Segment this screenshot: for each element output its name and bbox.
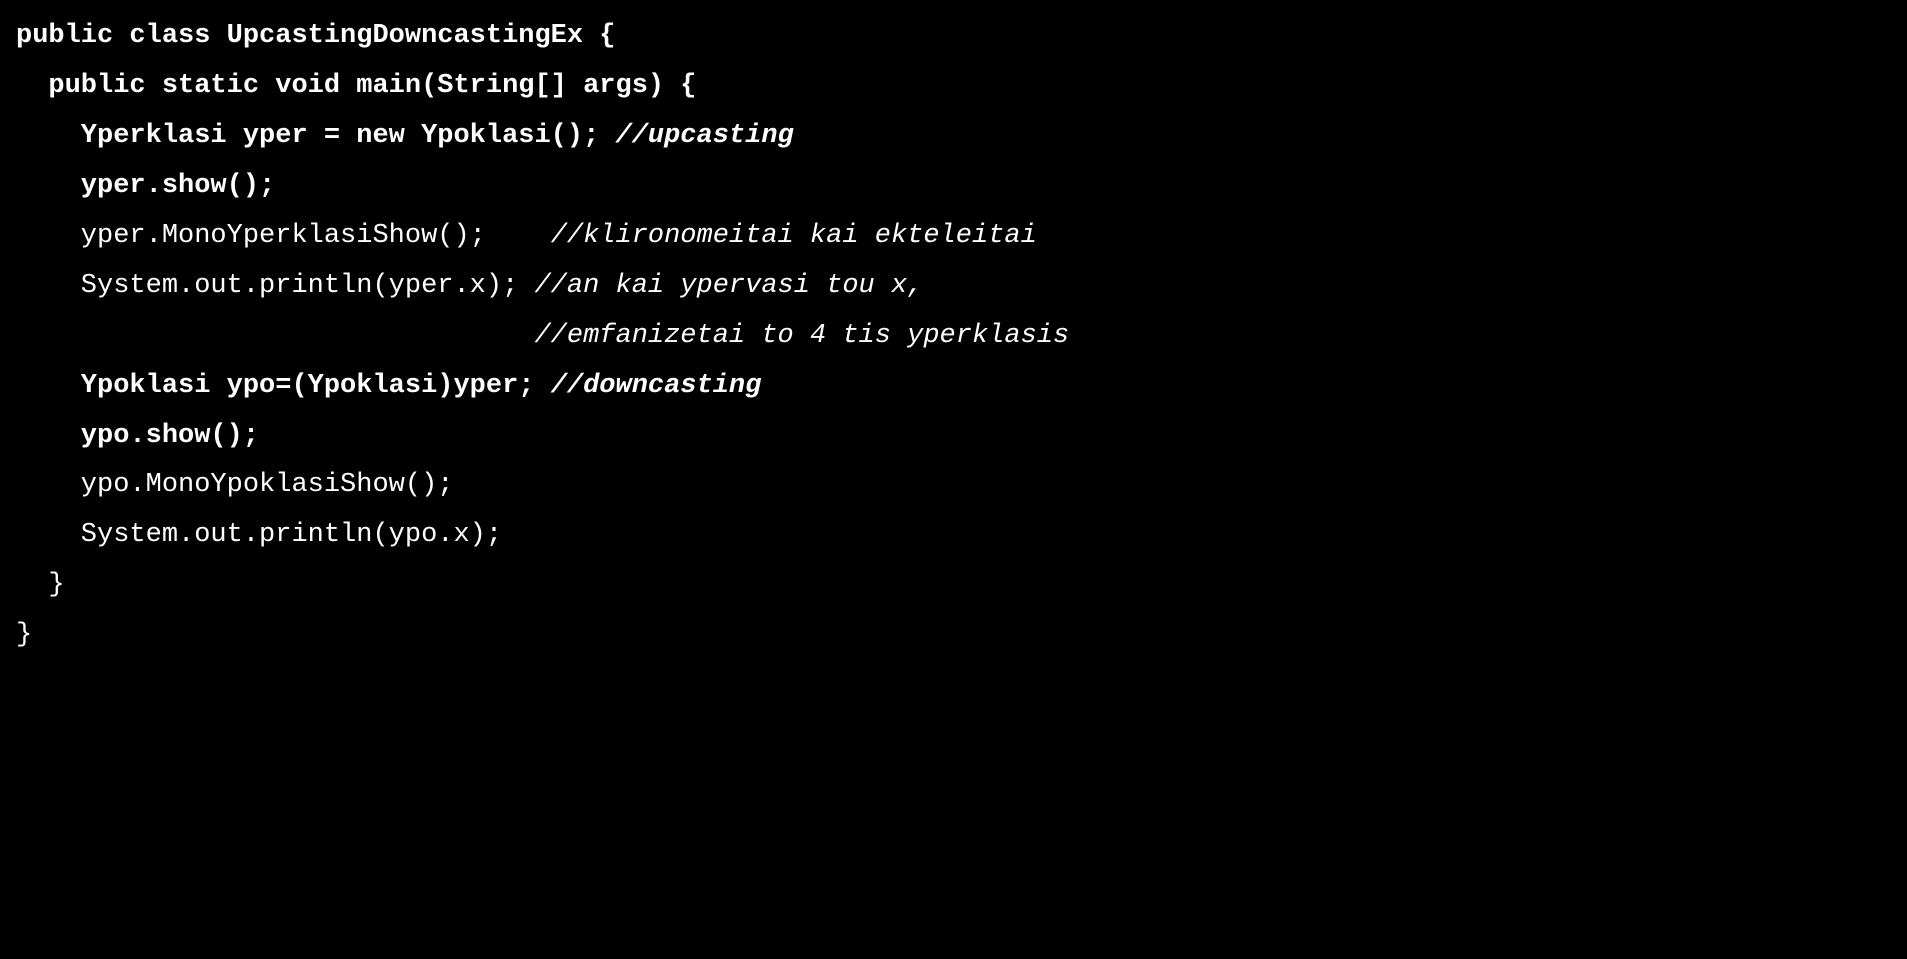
line-12: } <box>16 570 65 600</box>
line-7-comment: //emfanizetai to 4 tis yperklasis <box>534 321 1069 351</box>
line-6-comment: //an kai ypervasi tou x, <box>534 271 923 301</box>
line-3-comment: //upcasting <box>616 121 794 151</box>
line-4: yper.show(); <box>16 171 275 201</box>
line-3a: Yperklasi yper = new Ypoklasi(); <box>16 121 616 151</box>
line-9: ypo.show(); <box>16 421 259 451</box>
code-block: public class UpcastingDowncastingEx { pu… <box>16 12 1891 661</box>
line-11: System.out.println(ypo.x); <box>16 520 502 550</box>
line-2: public static void main(String[] args) { <box>16 71 697 101</box>
line-1: public class UpcastingDowncastingEx { <box>16 21 616 51</box>
line-5-comment: //klironomeitai kai ekteleitai <box>551 221 1037 251</box>
line-7-pad <box>16 321 534 351</box>
line-8-comment: //downcasting <box>551 371 762 401</box>
line-5a: yper.MonoYperklasiShow(); <box>16 221 551 251</box>
line-6a: System.out.println(yper.x); <box>16 271 534 301</box>
line-10: ypo.MonoYpoklasiShow(); <box>16 470 453 500</box>
line-8a: Ypoklasi ypo=(Ypoklasi)yper; <box>16 371 551 401</box>
line-13: } <box>16 620 32 650</box>
